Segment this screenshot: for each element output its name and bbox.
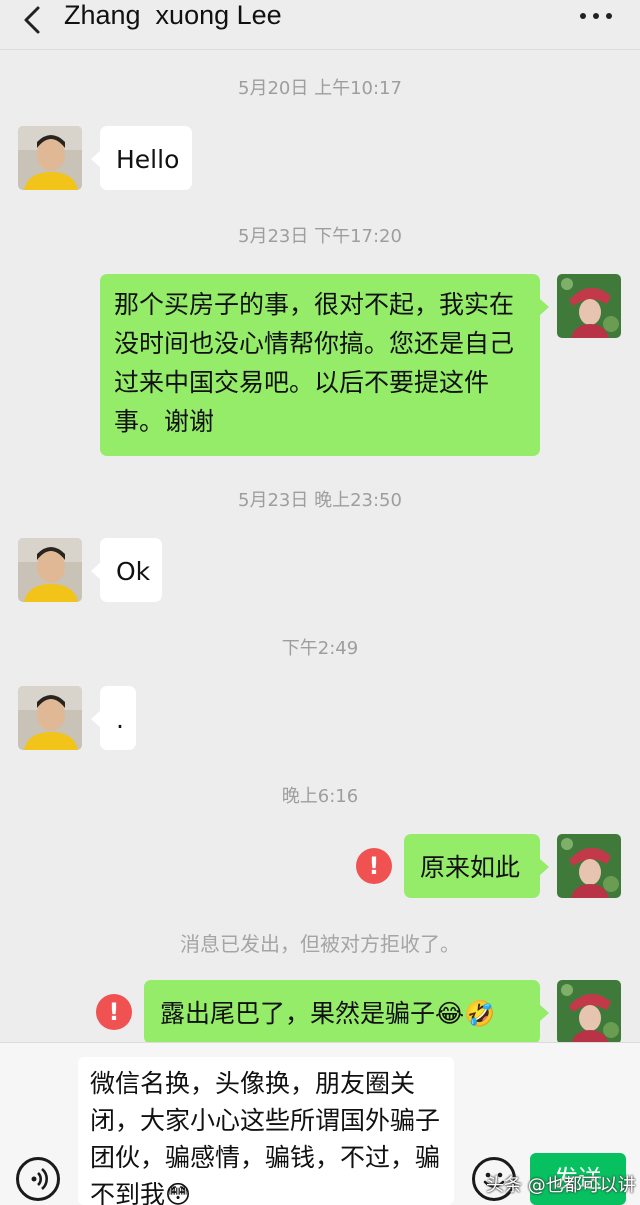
my-avatar[interactable]: [557, 980, 621, 1042]
more-options-button[interactable]: [576, 6, 616, 26]
message-bubble-incoming[interactable]: Ok: [91, 538, 162, 602]
contact-avatar[interactable]: [18, 126, 82, 190]
voice-icon: [31, 1168, 48, 1190]
message-input[interactable]: 微信名换，头像换，朋友圈关闭，大家小心这些所谓国外骗子团伙，骗感情，骗钱，不过，…: [78, 1057, 454, 1205]
chevron-left-icon: [24, 6, 40, 34]
input-bar: 微信名换，头像换，朋友圈关闭，大家小心这些所谓国外骗子团伙，骗感情，骗钱，不过，…: [0, 1042, 640, 1205]
message-bubble-outgoing[interactable]: 那个买房子的事，很对不起，我实在没时间也没心情帮你搞。您还是自己过来中国交易吧。…: [100, 274, 549, 456]
rejected-notice: 消息已发出，但被对方拒收了。: [180, 932, 460, 956]
timestamp: 5月23日 下午17:20: [238, 226, 402, 247]
timestamp: 晚上6:16: [281, 786, 359, 807]
watermark: 头条 @也都可以讲: [486, 1175, 636, 1196]
contact-avatar[interactable]: [18, 538, 82, 602]
timestamp: 下午2:49: [281, 638, 359, 659]
message-bubble-outgoing[interactable]: 原来如此: [404, 834, 549, 898]
send-failed-icon[interactable]: !: [356, 848, 392, 884]
message-bubble-incoming[interactable]: Hello: [91, 126, 192, 190]
my-avatar[interactable]: [557, 834, 621, 898]
more-dots-icon: [580, 13, 586, 19]
message-bubble-incoming[interactable]: .: [91, 686, 136, 750]
timestamp: 5月20日 上午10:17: [238, 78, 402, 99]
chat-title: Zhang xuong Lee: [64, 0, 282, 30]
my-avatar[interactable]: [557, 274, 621, 338]
message-bubble-outgoing[interactable]: 露出尾巴了，果然是骗子😂🤣: [144, 980, 549, 1042]
send-failed-icon[interactable]: !: [96, 994, 132, 1030]
back-button[interactable]: [14, 4, 50, 44]
contact-avatar[interactable]: [18, 686, 82, 750]
chat-header: Zhang xuong Lee: [0, 0, 640, 50]
timestamp: 5月23日 晚上23:50: [238, 490, 402, 511]
message-list[interactable]: 5月20日 上午10:17 Hello 5月23日 下午17:20 那个买房子的…: [0, 50, 640, 1042]
voice-button[interactable]: [16, 1157, 60, 1201]
